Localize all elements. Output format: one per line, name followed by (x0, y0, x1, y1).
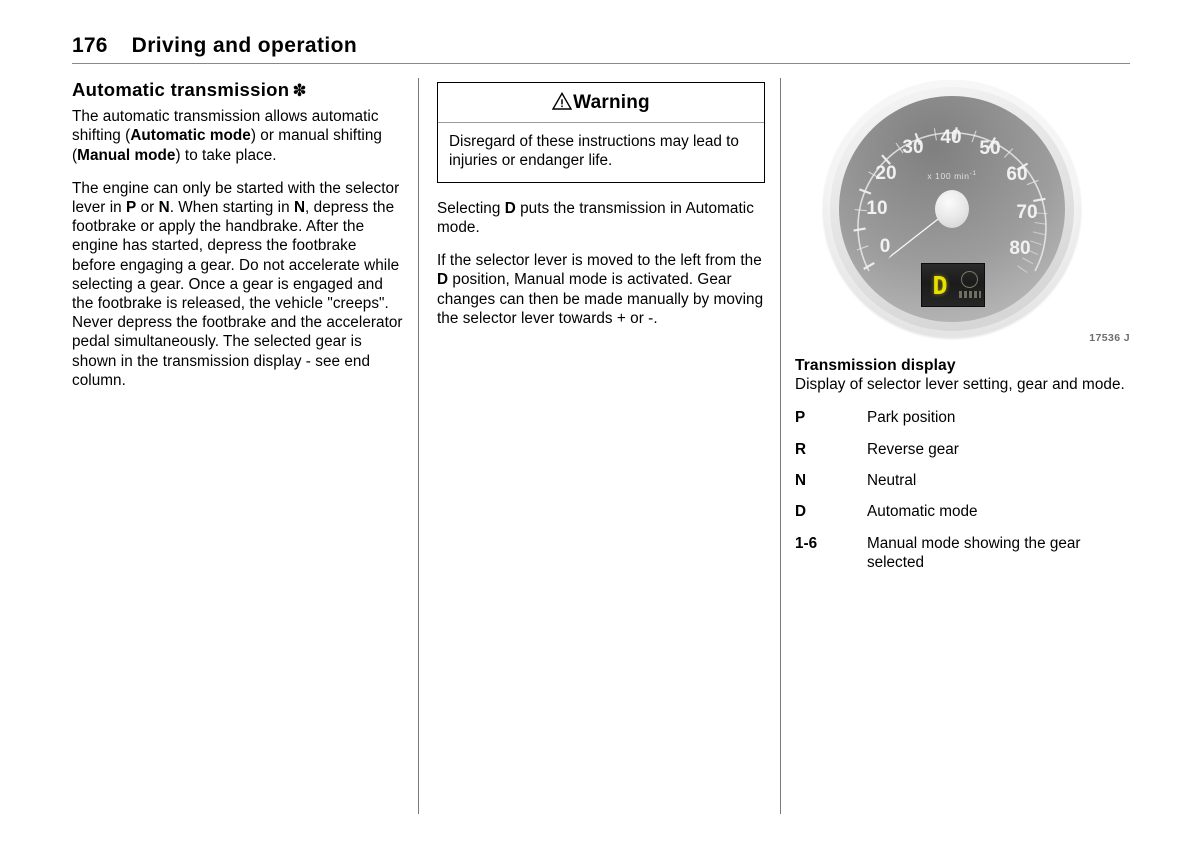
warning-box: Warning Disregard of these instructions … (437, 82, 765, 183)
tachometer-figure: 0 10 20 30 40 50 60 70 80 x 100 min-1 D … (795, 78, 1132, 346)
paragraph-manual-mode: If the selector lever is moved to the le… (437, 252, 764, 327)
definition-term: N (795, 472, 807, 490)
svg-text:40: 40 (940, 127, 961, 148)
odometer-segment-icon (959, 291, 981, 298)
column-right: 0 10 20 30 40 50 60 70 80 x 100 min-1 D … (795, 78, 1132, 573)
subsection-intro: Display of selector lever setting, gear … (795, 376, 1125, 393)
list-item: 1-6 Manual mode showing the gear selecte… (795, 534, 1132, 573)
gauge-unit-exponent: -1 (969, 170, 977, 177)
column-divider-right (780, 78, 781, 814)
display-secondary-area (955, 264, 984, 306)
gear-definition-list: P Park position R Reverse gear N Neutral… (795, 408, 1132, 572)
svg-text:30: 30 (902, 137, 923, 158)
column-middle: Warning Disregard of these instructions … (437, 78, 767, 328)
definition-description: Neutral (867, 472, 917, 490)
list-item: N Neutral (795, 471, 1132, 490)
service-indicator-icon (961, 271, 978, 288)
definition-description: Park position (867, 409, 956, 427)
svg-text:10: 10 (866, 198, 887, 219)
warning-label: Warning (573, 92, 650, 113)
list-item: P Park position (795, 408, 1132, 427)
column-left: Automatic transmission ✽ The automatic tr… (72, 78, 404, 390)
gear-indicator: D (932, 270, 948, 300)
list-item: D Automatic mode (795, 502, 1132, 521)
warning-body: Disregard of these instructions may lead… (438, 123, 764, 182)
definition-term: R (795, 440, 807, 458)
header-rule (72, 63, 1130, 64)
svg-text:20: 20 (875, 163, 896, 184)
section-title-text: Automatic transmission (72, 79, 290, 100)
paragraph-starting: The engine can only be started with the … (72, 179, 403, 389)
figure-caption: 17536 J (1089, 332, 1130, 344)
definition-description: Reverse gear (867, 440, 959, 458)
definition-description: Automatic mode (867, 503, 978, 521)
page-title: Driving and operation (131, 34, 358, 57)
list-item: R Reverse gear (795, 440, 1132, 459)
tachometer-gauge: 0 10 20 30 40 50 60 70 80 x 100 min-1 D (823, 80, 1085, 338)
definition-term: D (795, 503, 807, 521)
gauge-unit-label: x 100 min-1 (927, 170, 976, 181)
manual-page: 176 Driving and operation Automatic tran… (0, 0, 1200, 847)
page-number: 176 (72, 34, 108, 57)
page-header: 176 Driving and operation (72, 22, 1132, 56)
svg-text:80: 80 (1009, 238, 1030, 259)
transmission-display-readout: D (921, 263, 985, 307)
warning-header: Warning (438, 83, 764, 123)
definition-term: P (795, 409, 806, 427)
svg-text:70: 70 (1016, 202, 1037, 223)
svg-text:0: 0 (880, 236, 891, 257)
section-title: Automatic transmission ✽ (72, 78, 404, 101)
paragraph-intro: The automatic transmission allows automa… (72, 108, 382, 164)
optional-equipment-asterisk-icon: ✽ (292, 81, 307, 100)
warning-triangle-icon (551, 91, 573, 115)
definition-term: 1-6 (795, 534, 818, 552)
paragraph-selecting-d: Selecting D puts the transmission in Aut… (437, 199, 754, 237)
column-divider-left (418, 78, 419, 814)
subsection-title: Transmission display (795, 357, 956, 374)
warning-text: Disregard of these instructions may lead… (449, 133, 739, 170)
gauge-unit-text: x 100 min (927, 170, 970, 181)
gauge-hub (935, 190, 969, 228)
definition-description: Manual mode showing the gear selected (867, 534, 1081, 572)
svg-text:50: 50 (979, 138, 1000, 159)
gauge-face: 0 10 20 30 40 50 60 70 80 x 100 min-1 D (839, 96, 1065, 322)
svg-text:60: 60 (1006, 164, 1027, 185)
